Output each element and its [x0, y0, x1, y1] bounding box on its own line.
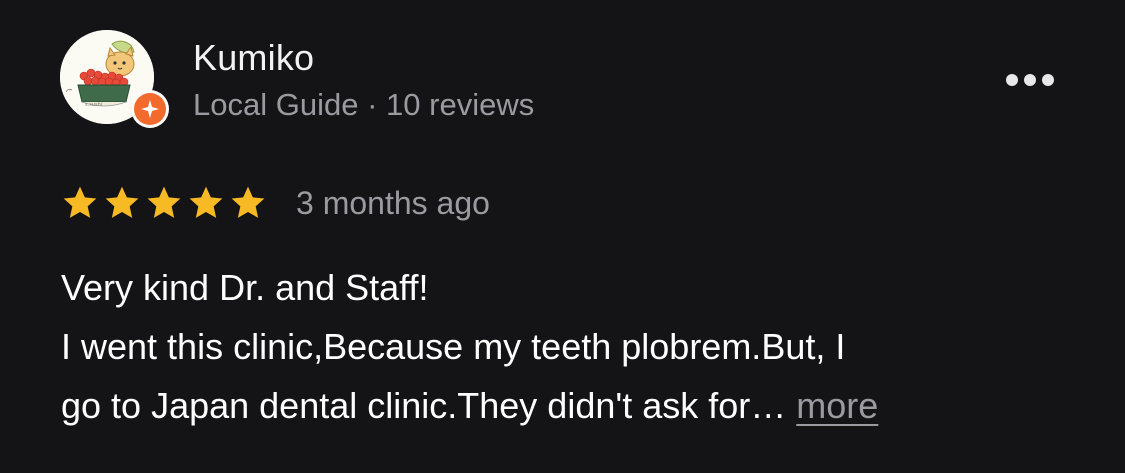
more-options-button[interactable] [1000, 66, 1060, 94]
more-horizontal-icon [1024, 74, 1036, 86]
more-horizontal-icon [1042, 74, 1054, 86]
author-meta[interactable]: Local Guide · 10 reviews [193, 86, 534, 124]
local-guide-label: Local Guide [193, 87, 359, 122]
rating-row: 3 months ago [60, 180, 490, 226]
svg-text:s.sushi: s.sushi [85, 102, 102, 108]
review-count: 10 reviews [386, 87, 535, 122]
local-guide-star-icon [134, 93, 166, 125]
star-icon [144, 183, 184, 223]
review-card: s.sushi Kumiko Local Guide · 10 reviews … [0, 0, 1125, 473]
review-text-line-last: go to Japan dental clinic.They didn't as… [61, 376, 1061, 435]
author-name[interactable]: Kumiko [193, 38, 314, 78]
more-horizontal-icon [1006, 74, 1018, 86]
star-icon [60, 183, 100, 223]
review-text-line: I went this clinic,Because my teeth plob… [61, 326, 846, 367]
star-icon [186, 183, 226, 223]
meta-separator: · [367, 87, 378, 122]
review-body: Very kind Dr. and Staff! I went this cli… [61, 258, 1061, 435]
more-link[interactable]: more [796, 385, 878, 426]
star-icon [228, 183, 268, 223]
star-icon [102, 183, 142, 223]
review-text-truncated: go to Japan dental clinic.They didn't as… [61, 385, 797, 426]
review-date: 3 months ago [296, 185, 490, 221]
author-avatar-group[interactable]: s.sushi [60, 30, 172, 130]
local-guide-badge [131, 90, 169, 128]
star-rating [60, 183, 268, 223]
review-text-line: Very kind Dr. and Staff! [61, 267, 429, 308]
